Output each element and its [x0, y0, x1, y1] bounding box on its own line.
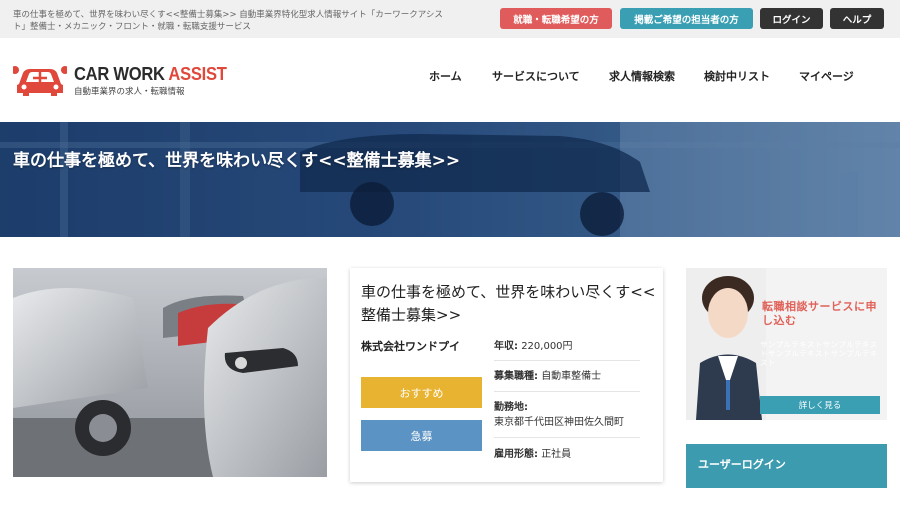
logo-tagline: 自動車業界の求人・転職情報 [74, 87, 185, 97]
location-label: 勤務地: [494, 402, 528, 413]
salary-row: 年収: 220,000円 [494, 339, 640, 354]
nav-shortlist[interactable]: 検討中リスト [704, 68, 770, 84]
cars-in-rain-image [13, 268, 327, 477]
salary-label: 年収: [494, 341, 518, 352]
ad-sample-text: サンプルテキストサンプルテキストサンプルテキストサンプルテキスト [760, 340, 878, 367]
urgent-button[interactable]: 急募 [361, 420, 482, 451]
location-value: 東京都千代田区神田佐久間町 [494, 417, 624, 428]
nav-mypage[interactable]: マイページ [799, 68, 854, 84]
employment-value: 正社員 [541, 449, 572, 460]
logo-wordmark: CAR WORK ASSIST [74, 64, 227, 84]
divider [494, 437, 640, 438]
consultant-woman-image [686, 268, 766, 420]
job-photo[interactable] [13, 268, 327, 477]
user-login-panel: ユーザーログイン [686, 444, 887, 488]
recommend-button[interactable]: おすすめ [361, 377, 482, 408]
position-value: 自動車整備士 [541, 371, 602, 382]
location-row: 勤務地: 東京都千代田区神田佐久間町 [494, 400, 640, 430]
job-card: 車の仕事を極めて、世界を味わい尽くす<<整備士募集>> 株式会社ワンドプイ おす… [350, 268, 663, 482]
consultation-ad-banner[interactable]: 転職相談サービスに申し込む サンプルテキストサンプルテキストサンプルテキストサン… [686, 268, 887, 420]
garage-background-image [0, 122, 900, 237]
divider [494, 391, 640, 392]
hero-banner: 車の仕事を極めて、世界を味わい尽くす<<整備士募集>> [0, 122, 900, 237]
nav-services[interactable]: サービスについて [492, 68, 580, 84]
site-header: CAR WORK ASSIST 自動車業界の求人・転職情報 ホーム サービスにつ… [0, 38, 900, 122]
car-wrench-logo-icon [13, 66, 67, 96]
site-description: 車の仕事を極めて、世界を味わい尽くす<<整備士募集>> 自動車業界特化型求人情報… [13, 10, 443, 32]
divider [494, 360, 640, 361]
nav-home[interactable]: ホーム [429, 68, 462, 84]
user-login-title: ユーザーログイン [698, 458, 786, 471]
advertiser-button[interactable]: 掲載ご希望の担当者の方 [620, 8, 753, 29]
salary-value: 220,000円 [521, 341, 573, 352]
help-button[interactable]: ヘルプ [830, 8, 884, 29]
job-seeker-button[interactable]: 就職・転職希望の方 [500, 8, 612, 29]
ad-details-button[interactable]: 詳しく見る [760, 396, 880, 414]
ad-title: 転職相談サービスに申し込む [762, 300, 877, 327]
nav-job-search[interactable]: 求人情報検索 [609, 68, 675, 84]
company-name: 株式会社ワンドプイ [361, 340, 460, 353]
hero-title: 車の仕事を極めて、世界を味わい尽くす<<整備士募集>> [13, 151, 461, 171]
top-info-bar: 車の仕事を極めて、世界を味わい尽くす<<整備士募集>> 自動車業界特化型求人情報… [0, 0, 900, 38]
position-label: 募集職種: [494, 371, 538, 382]
position-row: 募集職種: 自動車整備士 [494, 369, 640, 384]
login-button[interactable]: ログイン [760, 8, 823, 29]
employment-label: 雇用形態: [494, 449, 538, 460]
job-title[interactable]: 車の仕事を極めて、世界を味わい尽くす<<整備士募集>> [361, 281, 656, 327]
employment-row: 雇用形態: 正社員 [494, 447, 640, 462]
site-logo[interactable]: CAR WORK ASSIST 自動車業界の求人・転職情報 [13, 60, 227, 100]
